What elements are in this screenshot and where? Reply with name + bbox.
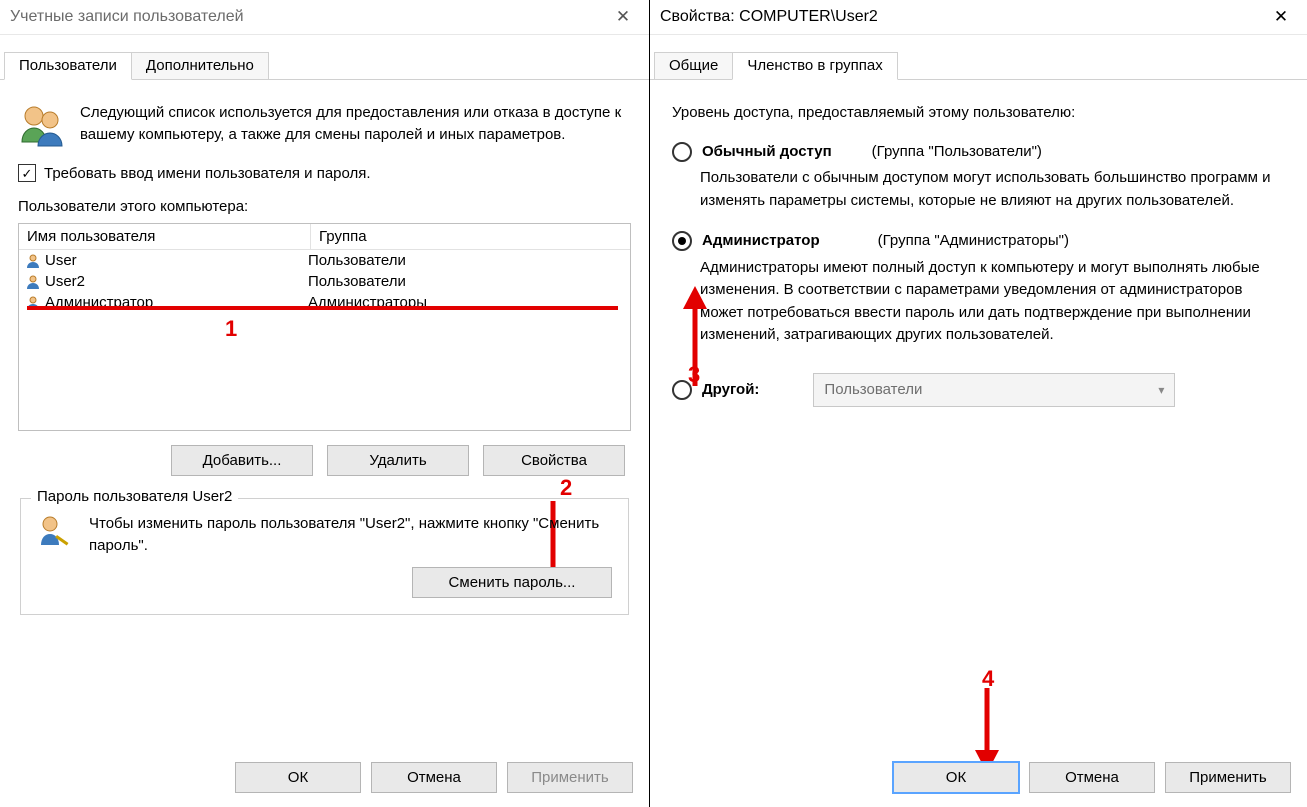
table-row[interactable]: User2 Пользователи [19,271,630,292]
col-username[interactable]: Имя пользователя [19,224,311,249]
ok-button[interactable]: ОК [893,762,1019,793]
password-groupbox: Пароль пользователя User2 Чтобы изменить… [20,498,629,615]
ok-button[interactable]: ОК [235,762,361,793]
tab-users[interactable]: Пользователи [4,52,132,80]
tab-advanced[interactable]: Дополнительно [131,52,269,79]
radio-other-label[interactable]: Другой: [702,379,759,402]
radio-admin-desc: Администраторы имеют полный доступ к ком… [700,257,1285,347]
titlebar[interactable]: Свойства: COMPUTER\User2 ✕ [650,0,1307,35]
user-icon [25,274,41,290]
window-title: Свойства: COMPUTER\User2 [660,8,878,26]
tabstrip: Общие Членство в группах [650,49,1307,80]
dialog-buttons: ОК Отмена Применить [650,752,1307,803]
user-icon [25,253,41,269]
delete-button[interactable]: Удалить [327,445,469,476]
add-button[interactable]: Добавить... [171,445,313,476]
cell-username: User [45,252,77,269]
user-properties-dialog: Свойства: COMPUTER\User2 ✕ Общие Членств… [650,0,1307,807]
password-text: Чтобы изменить пароль пользователя "User… [89,513,612,557]
key-icon [37,513,73,553]
close-icon[interactable]: ✕ [1261,3,1301,31]
radio-admin-label[interactable]: Администратор [702,230,820,253]
intro-text: Следующий список используется для предос… [80,102,631,146]
radio-standard-group: (Группа "Пользователи") [872,141,1042,164]
cell-username: User2 [45,273,85,290]
radio-standard[interactable] [672,142,692,162]
user-accounts-dialog: Учетные записи пользователей ✕ Пользоват… [0,0,650,807]
change-password-button[interactable]: Сменить пароль... [412,567,612,598]
dialog-buttons: ОК Отмена Применить [0,752,649,803]
users-list-label: Пользователи этого компьютера: [18,198,631,215]
require-login-label[interactable]: Требовать ввод имени пользователя и паро… [44,165,371,182]
titlebar[interactable]: Учетные записи пользователей ✕ [0,0,649,35]
access-level-label: Уровень доступа, предоставляемый этому п… [672,102,1285,125]
tab-membership[interactable]: Членство в группах [732,52,897,80]
combo-value: Пользователи [824,379,922,402]
window-title: Учетные записи пользователей [10,8,244,26]
radio-other[interactable] [672,380,692,400]
cancel-button[interactable]: Отмена [1029,762,1155,793]
other-group-combo[interactable]: Пользователи ▾ [813,373,1175,408]
groupbox-legend: Пароль пользователя User2 [31,488,238,505]
require-login-checkbox[interactable] [18,164,36,182]
radio-standard-desc: Пользователи с обычным доступом могут ис… [700,167,1285,212]
radio-admin-group: (Группа "Администраторы") [878,230,1069,253]
table-row[interactable]: User Пользователи [19,250,630,271]
cancel-button[interactable]: Отмена [371,762,497,793]
tabstrip: Пользователи Дополнительно [0,49,649,80]
close-icon[interactable]: ✕ [603,3,643,31]
annotation-4: 4 [982,666,994,692]
properties-button[interactable]: Свойства [483,445,625,476]
radio-standard-label[interactable]: Обычный доступ [702,141,832,164]
apply-button[interactable]: Применить [1165,762,1291,793]
cell-group: Пользователи [300,250,630,271]
users-listview[interactable]: Имя пользователя Группа User Пользовател… [18,223,631,431]
users-icon [18,102,66,150]
apply-button[interactable]: Применить [507,762,633,793]
col-group[interactable]: Группа [311,224,630,249]
chevron-down-icon: ▾ [1158,381,1164,399]
annotation-1: 1 [225,316,237,342]
radio-admin[interactable] [672,231,692,251]
annotation-underline [27,306,618,310]
listview-header[interactable]: Имя пользователя Группа [19,224,630,250]
cell-group: Пользователи [300,271,630,292]
tab-general[interactable]: Общие [654,52,733,79]
